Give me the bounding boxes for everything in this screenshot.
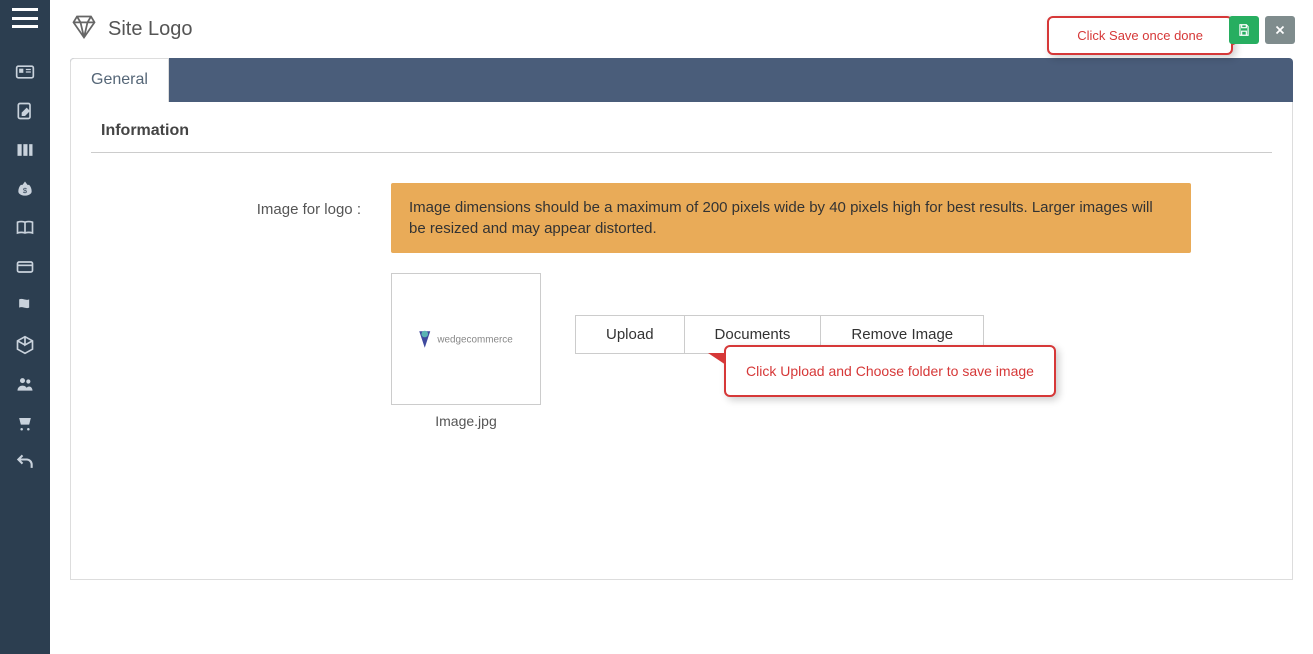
money-bag-icon: $ — [15, 179, 35, 199]
cancel-button[interactable] — [1265, 16, 1295, 44]
sidebar-item-columns[interactable] — [0, 130, 50, 169]
sidebar-item-users[interactable] — [0, 364, 50, 403]
header-actions — [1229, 16, 1295, 44]
credit-card-icon — [15, 257, 35, 277]
users-icon — [15, 374, 35, 394]
cart-icon — [15, 413, 35, 433]
sidebar-item-edit[interactable] — [0, 91, 50, 130]
id-card-icon — [15, 62, 35, 82]
image-filename: Image.jpg — [435, 413, 496, 429]
tab-bar: General — [70, 58, 1293, 102]
undo-icon — [15, 452, 35, 472]
sidebar-item-cart[interactable] — [0, 403, 50, 442]
image-preview: wedgecommerce Image.jpg — [391, 273, 541, 429]
form-content: Image dimensions should be a maximum of … — [391, 183, 1272, 429]
content-panel: Information Image for logo : Image dimen… — [70, 102, 1293, 580]
main-content: Site Logo Click Save once done General I… — [50, 0, 1313, 654]
sidebar-item-book[interactable] — [0, 208, 50, 247]
columns-icon — [15, 140, 35, 160]
svg-text:wedgecommerce: wedgecommerce — [436, 334, 513, 345]
label-image-for-logo: Image for logo : — [91, 183, 361, 429]
diamond-icon — [70, 13, 98, 46]
close-icon — [1273, 23, 1287, 37]
sidebar-item-undo[interactable] — [0, 442, 50, 481]
tooltip-upload: Click Upload and Choose folder to save i… — [724, 345, 1056, 397]
logo-preview-image: wedgecommerce — [411, 323, 521, 356]
save-icon — [1237, 23, 1251, 37]
flag-icon — [15, 296, 35, 316]
sidebar-item-money[interactable]: $ — [0, 169, 50, 208]
page-title: Site Logo — [108, 18, 193, 41]
book-icon — [15, 218, 35, 238]
upload-button[interactable]: Upload — [575, 315, 685, 354]
sidebar-item-flag[interactable] — [0, 286, 50, 325]
sidebar-item-card[interactable] — [0, 52, 50, 91]
header: Site Logo Click Save once done — [50, 0, 1313, 58]
hamburger-menu-icon[interactable] — [12, 8, 38, 28]
clipboard-edit-icon — [15, 101, 35, 121]
form-row-logo: Image for logo : Image dimensions should… — [91, 183, 1272, 429]
tooltip-save: Click Save once done — [1047, 16, 1233, 55]
sidebar: $ — [0, 0, 50, 654]
tab-general[interactable]: General — [70, 58, 169, 102]
sidebar-item-card2[interactable] — [0, 247, 50, 286]
save-button[interactable] — [1229, 16, 1259, 44]
header-left: Site Logo — [70, 13, 193, 46]
sidebar-item-box[interactable] — [0, 325, 50, 364]
image-preview-box[interactable]: wedgecommerce — [391, 273, 541, 405]
section-title: Information — [91, 122, 1272, 153]
info-box: Image dimensions should be a maximum of … — [391, 183, 1191, 253]
box-icon — [15, 335, 35, 355]
